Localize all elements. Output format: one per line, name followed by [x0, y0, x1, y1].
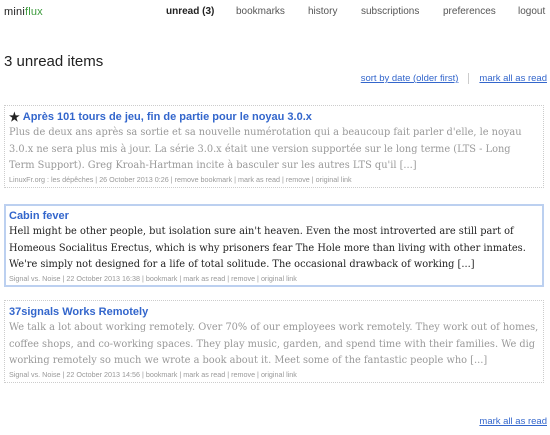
mark-all-read-link-top[interactable]: mark all as read [479, 73, 547, 84]
bookmark-link[interactable]: bookmark [146, 274, 178, 283]
item-source[interactable]: LinuxFr.org : les dépêches [9, 175, 93, 184]
bookmark-link[interactable]: bookmark [146, 370, 178, 379]
original-link[interactable]: original link [316, 175, 352, 184]
item-date: 26 October 2013 0:26 [99, 174, 169, 184]
item-meta: LinuxFr.org : les dépêches | 26 October … [9, 174, 352, 184]
remove-link[interactable]: remove [231, 370, 255, 379]
nav-history[interactable]: history [308, 6, 337, 17]
item-title-row: Cabin fever [9, 209, 539, 223]
item-meta: Signal vs. Noise | 22 October 2013 16:38… [9, 273, 297, 283]
item-date: 22 October 2013 14:56 [66, 369, 140, 379]
item-title-link[interactable]: Après 101 tours de jeu, fin de partie po… [23, 110, 312, 124]
toolbar: sort by date (older first) mark all as re… [361, 73, 547, 84]
item-selected: Cabin fever Hell might be other people, … [4, 204, 544, 287]
star-icon[interactable]: ★ [9, 110, 20, 124]
original-link[interactable]: original link [261, 370, 297, 379]
mark-all-read-link-bottom[interactable]: mark all as read [479, 416, 547, 427]
item-content: Plus de deux ans après sa sortie et sa n… [9, 127, 522, 171]
item-content: Hell might be other people, but isolatio… [9, 226, 526, 270]
mark-as-read-link[interactable]: mark as read [183, 370, 225, 379]
toolbar-divider [468, 73, 470, 84]
item: ★ Après 101 tours de jeu, fin de partie … [4, 105, 544, 188]
nav-preferences[interactable]: preferences [443, 6, 496, 17]
main-nav: unread (3) bookmarks history subscriptio… [0, 6, 550, 22]
nav-logout[interactable]: logout [518, 6, 545, 17]
remove-link[interactable]: remove [231, 274, 255, 283]
item-source[interactable]: Signal vs. Noise [9, 274, 61, 283]
mark-as-read-link[interactable]: mark as read [238, 175, 280, 184]
item: 37signals Works Remotely We talk a lot a… [4, 300, 544, 383]
nav-bookmarks[interactable]: bookmarks [236, 6, 285, 17]
item-meta: Signal vs. Noise | 22 October 2013 14:56… [9, 369, 297, 379]
item-title-row: ★ Après 101 tours de jeu, fin de partie … [9, 110, 539, 124]
item-date: 22 October 2013 16:38 [66, 273, 140, 283]
item-title-row: 37signals Works Remotely [9, 305, 539, 319]
item-title-link[interactable]: Cabin fever [9, 209, 69, 223]
nav-unread[interactable]: unread (3) [166, 6, 214, 17]
item-title-link[interactable]: 37signals Works Remotely [9, 305, 148, 319]
sort-link[interactable]: sort by date (older first) [361, 73, 459, 84]
mark-as-read-link[interactable]: mark as read [183, 274, 225, 283]
item-source[interactable]: Signal vs. Noise [9, 370, 61, 379]
page-title: 3 unread items [4, 53, 104, 70]
remove-link[interactable]: remove [286, 175, 310, 184]
original-link[interactable]: original link [261, 274, 297, 283]
item-content: We talk a lot about working remotely. Ov… [9, 322, 539, 366]
remove-bookmark-link[interactable]: remove bookmark [175, 175, 233, 184]
nav-subscriptions[interactable]: subscriptions [361, 6, 419, 17]
